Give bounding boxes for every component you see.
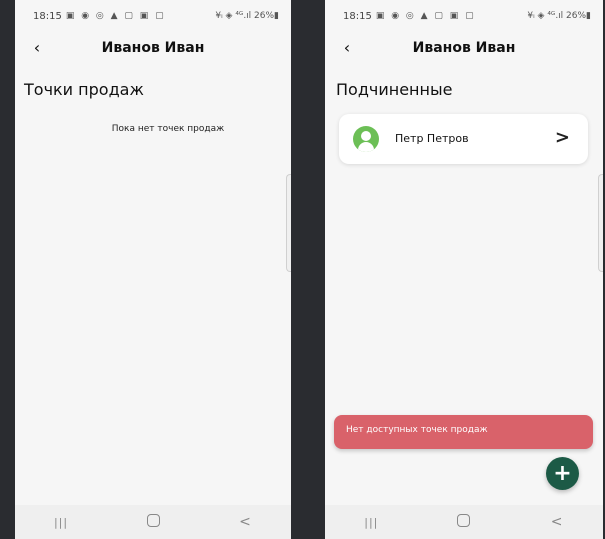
subordinate-list-item[interactable]: Петр Петров > — [339, 114, 588, 164]
edge-panel-handle[interactable] — [598, 174, 603, 272]
system-back-button[interactable]: < — [537, 514, 577, 530]
error-snackbar: Нет доступных точек продаж — [334, 415, 593, 449]
edge-panel-handle[interactable] — [286, 174, 291, 272]
add-button[interactable]: + — [546, 457, 579, 490]
header-title: Иванов Иван — [101, 40, 205, 56]
notification-icons: ▣ ◉ ◎ ▲ ▢ ▣ ▢ — [375, 11, 476, 21]
status-bar: 18:15 ▣ ◉ ◎ ▲ ▢ ▣ ▢ ¥ᵢ ◈ ⁴ᴳ.ıl 26%▮ — [15, 8, 291, 24]
system-nav-bar: ||| < — [325, 505, 603, 539]
section-title-subordinates: Подчиненные — [336, 80, 453, 99]
right-screen: 18:15 ▣ ◉ ◎ ▲ ▢ ▣ ▢ ¥ᵢ ◈ ⁴ᴳ.ıl 26%▮ ‹ Ив… — [325, 0, 603, 539]
header: ‹ Иванов Иван — [325, 36, 603, 62]
home-icon — [146, 514, 160, 527]
left-screen: 18:15 ▣ ◉ ◎ ▲ ▢ ▣ ▢ ¥ᵢ ◈ ⁴ᴳ.ıl 26%▮ ‹ Ив… — [15, 0, 291, 539]
chevron-right-icon: > — [554, 127, 570, 148]
status-bar: 18:15 ▣ ◉ ◎ ▲ ▢ ▣ ▢ ¥ᵢ ◈ ⁴ᴳ.ıl 26%▮ — [325, 8, 603, 24]
home-button[interactable] — [444, 514, 484, 530]
subordinate-name: Петр Петров — [395, 132, 469, 145]
system-back-button[interactable]: < — [225, 514, 265, 530]
recent-apps-button[interactable]: ||| — [351, 516, 391, 529]
snackbar-message: Нет доступных точек продаж — [346, 425, 488, 435]
user-avatar-icon — [353, 126, 379, 152]
status-time: 18:15 — [33, 10, 62, 22]
header-title: Иванов Иван — [412, 40, 516, 56]
recent-apps-button[interactable]: ||| — [41, 516, 81, 529]
system-nav-bar: ||| < — [15, 505, 291, 539]
notification-icons: ▣ ◉ ◎ ▲ ▢ ▣ ▢ — [65, 11, 166, 21]
battery-signal-indicator: ¥ᵢ ◈ ⁴ᴳ.ıl 26%▮ — [215, 11, 279, 21]
empty-state-text: Пока нет точек продаж — [111, 124, 225, 134]
section-title-sales-points: Точки продаж — [24, 80, 144, 99]
battery-signal-indicator: ¥ᵢ ◈ ⁴ᴳ.ıl 26%▮ — [527, 11, 591, 21]
status-time: 18:15 — [343, 10, 372, 22]
home-icon — [457, 514, 471, 527]
header: ‹ Иванов Иван — [15, 36, 291, 62]
home-button[interactable] — [133, 514, 173, 530]
